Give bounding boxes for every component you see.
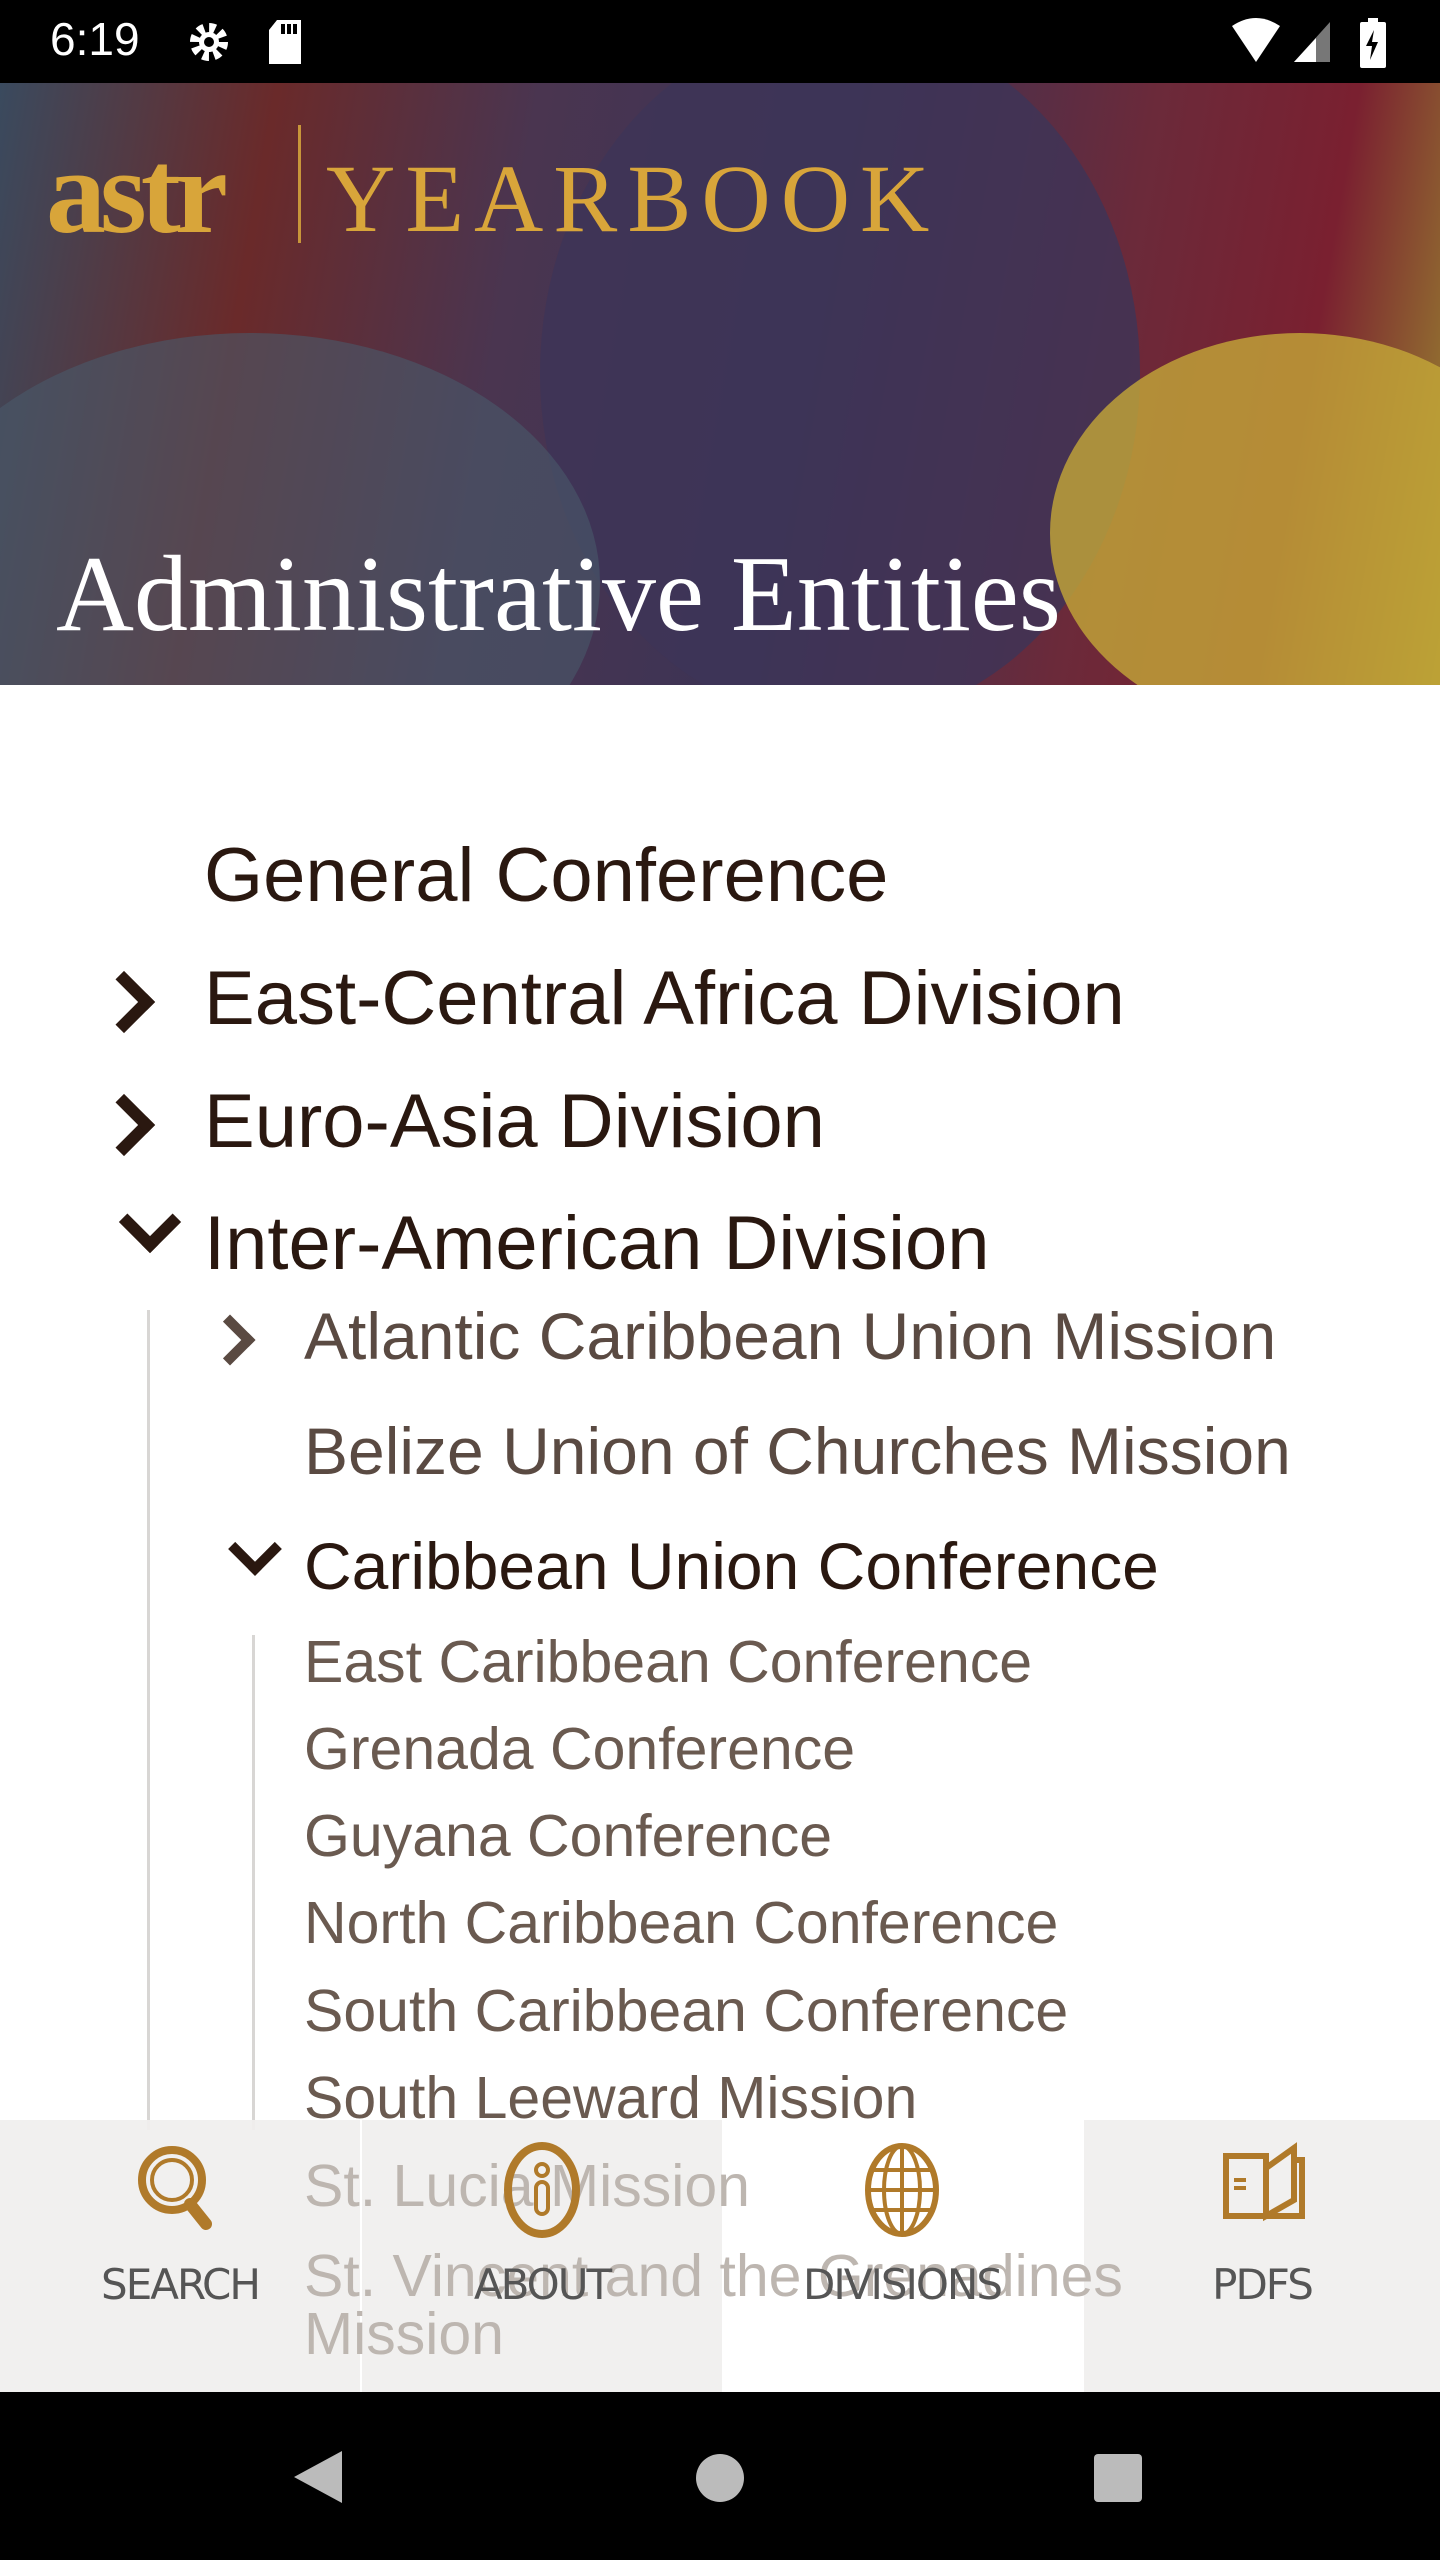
tree-item-leaf[interactable]: Guyana Conference <box>304 1802 832 1870</box>
recents-icon[interactable] <box>1092 2452 1144 2504</box>
system-nav-bar <box>0 2392 1440 2560</box>
globe-icon <box>865 2143 939 2237</box>
tree-item-east-central-africa[interactable]: East-Central Africa Division <box>204 955 1125 1042</box>
nav-pdfs-button[interactable]: PDFS <box>1084 2120 1440 2392</box>
tree-item-atlantic-caribbean[interactable]: Atlantic Caribbean Union Mission <box>304 1298 1276 1374</box>
tree-item-leaf[interactable]: East Caribbean Conference <box>304 1628 1032 1696</box>
gear-icon <box>190 23 228 61</box>
book-icon <box>1223 2142 1305 2222</box>
logo-text: astr <box>46 125 228 258</box>
home-icon[interactable] <box>694 2452 746 2504</box>
tree-item-euro-asia[interactable]: Euro-Asia Division <box>204 1078 825 1165</box>
tree-item-caribbean-union[interactable]: Caribbean Union Conference <box>304 1528 1159 1604</box>
info-icon <box>504 2142 580 2238</box>
tree-item-inter-american[interactable]: Inter-American Division <box>204 1200 990 1287</box>
chevron-down-icon[interactable] <box>228 1522 282 1576</box>
chevron-down-icon[interactable] <box>118 1190 182 1254</box>
tree-item-leaf[interactable]: Grenada Conference <box>304 1715 855 1783</box>
chevron-right-icon[interactable] <box>92 970 156 1034</box>
status-bar: 6:19 <box>0 0 1440 83</box>
tree-item-leaf[interactable]: North Caribbean Conference <box>304 1889 1058 1957</box>
chevron-right-icon[interactable] <box>204 1314 256 1366</box>
nav-label: PDFS <box>1212 2260 1314 2309</box>
header-banner: astr YEARBOOK Administrative Entities <box>0 83 1440 685</box>
sd-card-icon <box>269 20 301 64</box>
battery-charging-icon <box>1360 18 1386 68</box>
chevron-right-icon[interactable] <box>92 1093 156 1157</box>
wifi-icon <box>1232 18 1280 62</box>
back-icon[interactable] <box>290 2447 346 2507</box>
logo-subtitle: YEARBOOK <box>326 145 940 252</box>
nav-label: SEARCH <box>101 2260 261 2309</box>
nav-label: ABOUT <box>473 2260 612 2309</box>
search-icon <box>138 2146 212 2230</box>
tree-guide-line <box>147 1310 150 2130</box>
tree-item-leaf[interactable]: South Caribbean Conference <box>304 1977 1068 2045</box>
tree-item-leaf-continued: Mission <box>304 2301 504 2367</box>
clock: 6:19 <box>50 13 140 65</box>
tree-item-belize[interactable]: Belize Union of Churches Mission <box>304 1413 1291 1489</box>
cell-signal-icon <box>1294 22 1330 62</box>
tree-guide-line <box>252 1635 255 2130</box>
nav-label: DIVISIONS <box>802 2260 1003 2309</box>
page-title: Administrative Entities <box>56 535 1061 654</box>
logo-divider <box>298 125 301 243</box>
tree-item-general-conference[interactable]: General Conference <box>204 832 888 919</box>
